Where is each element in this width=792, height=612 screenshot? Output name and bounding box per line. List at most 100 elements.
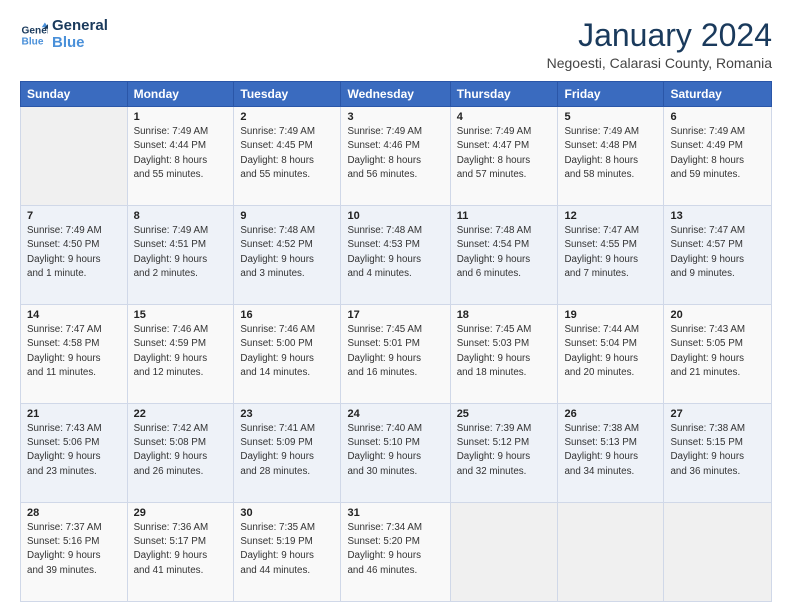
main-title: January 2024 — [547, 18, 772, 53]
calendar-table: SundayMondayTuesdayWednesdayThursdayFrid… — [20, 81, 772, 602]
day-info: Sunrise: 7:40 AMSunset: 5:10 PMDaylight:… — [347, 422, 443, 479]
day-number: 31 — [347, 507, 443, 519]
day-number: 26 — [564, 408, 657, 420]
day-info: Sunrise: 7:39 AMSunset: 5:12 PMDaylight:… — [457, 422, 552, 479]
day-number: 6 — [670, 111, 765, 123]
calendar-cell: 25 Sunrise: 7:39 AMSunset: 5:12 PMDayligh… — [450, 404, 558, 503]
logo-general: General — [52, 18, 108, 35]
day-number: 10 — [347, 210, 443, 222]
calendar-cell — [450, 503, 558, 602]
day-number: 15 — [134, 309, 228, 321]
day-number: 11 — [457, 210, 552, 222]
day-info: Sunrise: 7:37 AMSunset: 5:16 PMDaylight:… — [27, 521, 121, 578]
day-info: Sunrise: 7:47 AMSunset: 4:55 PMDaylight:… — [564, 224, 657, 281]
day-number: 16 — [240, 309, 334, 321]
day-info: Sunrise: 7:38 AMSunset: 5:13 PMDaylight:… — [564, 422, 657, 479]
day-info: Sunrise: 7:47 AMSunset: 4:58 PMDaylight:… — [27, 323, 121, 380]
day-info: Sunrise: 7:49 AMSunset: 4:51 PMDaylight:… — [134, 224, 228, 281]
day-number: 5 — [564, 111, 657, 123]
calendar-cell: 21Sunrise: 7:43 AMSunset: 5:06 PMDayligh… — [21, 404, 128, 503]
day-info: Sunrise: 7:34 AMSunset: 5:20 PMDaylight:… — [347, 521, 443, 578]
calendar-cell: 16Sunrise: 7:46 AMSunset: 5:00 PMDayligh… — [234, 305, 341, 404]
calendar-cell: 1 Sunrise: 7:49 AMSunset: 4:44 PMDaylight… — [127, 107, 234, 206]
calendar-cell: 5 Sunrise: 7:49 AMSunset: 4:48 PMDaylight… — [558, 107, 664, 206]
calendar-cell — [664, 503, 772, 602]
calendar-cell: 22 Sunrise: 7:42 AMSunset: 5:08 PMDayligh… — [127, 404, 234, 503]
calendar-header-cell: Thursday — [450, 82, 558, 107]
day-info: Sunrise: 7:44 AMSunset: 5:04 PMDaylight:… — [564, 323, 657, 380]
calendar-cell: 2 Sunrise: 7:49 AMSunset: 4:45 PMDaylight… — [234, 107, 341, 206]
calendar-cell: 17Sunrise: 7:45 AMSunset: 5:01 PMDayligh… — [341, 305, 450, 404]
calendar-week-row: 21Sunrise: 7:43 AMSunset: 5:06 PMDayligh… — [21, 404, 772, 503]
day-number: 18 — [457, 309, 552, 321]
calendar-cell: 29 Sunrise: 7:36 AMSunset: 5:17 PMDayligh… — [127, 503, 234, 602]
day-info: Sunrise: 7:42 AMSunset: 5:08 PMDaylight:… — [134, 422, 228, 479]
day-info: Sunrise: 7:43 AMSunset: 5:05 PMDaylight:… — [670, 323, 765, 380]
day-info: Sunrise: 7:49 AMSunset: 4:44 PMDaylight:… — [134, 125, 228, 182]
calendar-cell: 30Sunrise: 7:35 AMSunset: 5:19 PMDayligh… — [234, 503, 341, 602]
day-number: 12 — [564, 210, 657, 222]
calendar-body: 1 Sunrise: 7:49 AMSunset: 4:44 PMDaylight… — [21, 107, 772, 602]
day-number: 17 — [347, 309, 443, 321]
day-info: Sunrise: 7:49 AMSunset: 4:45 PMDaylight:… — [240, 125, 334, 182]
title-block: January 2024 Negoesti, Calarasi County, … — [547, 18, 772, 71]
day-info: Sunrise: 7:48 AMSunset: 4:53 PMDaylight:… — [347, 224, 443, 281]
day-number: 22 — [134, 408, 228, 420]
calendar-cell: 27Sunrise: 7:38 AMSunset: 5:15 PMDayligh… — [664, 404, 772, 503]
day-info: Sunrise: 7:49 AMSunset: 4:48 PMDaylight:… — [564, 125, 657, 182]
day-info: Sunrise: 7:49 AMSunset: 4:50 PMDaylight:… — [27, 224, 121, 281]
day-number: 29 — [134, 507, 228, 519]
logo: General Blue General Blue — [20, 18, 108, 51]
day-number: 14 — [27, 309, 121, 321]
day-number: 8 — [134, 210, 228, 222]
calendar-page: General Blue General Blue January 2024 N… — [0, 0, 792, 612]
calendar-week-row: 7Sunrise: 7:49 AMSunset: 4:50 PMDaylight… — [21, 206, 772, 305]
calendar-cell: 19Sunrise: 7:44 AMSunset: 5:04 PMDayligh… — [558, 305, 664, 404]
logo-blue: Blue — [52, 35, 108, 52]
day-info: Sunrise: 7:36 AMSunset: 5:17 PMDaylight:… — [134, 521, 228, 578]
calendar-cell — [558, 503, 664, 602]
calendar-week-row: 14 Sunrise: 7:47 AMSunset: 4:58 PMDayligh… — [21, 305, 772, 404]
day-info: Sunrise: 7:45 AMSunset: 5:03 PMDaylight:… — [457, 323, 552, 380]
day-info: Sunrise: 7:49 AMSunset: 4:49 PMDaylight:… — [670, 125, 765, 182]
calendar-header-cell: Sunday — [21, 82, 128, 107]
calendar-cell: 14 Sunrise: 7:47 AMSunset: 4:58 PMDayligh… — [21, 305, 128, 404]
calendar-cell: 26 Sunrise: 7:38 AMSunset: 5:13 PMDayligh… — [558, 404, 664, 503]
subtitle: Negoesti, Calarasi County, Romania — [547, 55, 772, 71]
calendar-cell: 4 Sunrise: 7:49 AMSunset: 4:47 PMDaylight… — [450, 107, 558, 206]
day-info: Sunrise: 7:41 AMSunset: 5:09 PMDaylight:… — [240, 422, 334, 479]
day-info: Sunrise: 7:49 AMSunset: 4:47 PMDaylight:… — [457, 125, 552, 182]
calendar-cell: 13Sunrise: 7:47 AMSunset: 4:57 PMDayligh… — [664, 206, 772, 305]
day-info: Sunrise: 7:46 AMSunset: 4:59 PMDaylight:… — [134, 323, 228, 380]
calendar-cell: 12 Sunrise: 7:47 AMSunset: 4:55 PMDayligh… — [558, 206, 664, 305]
calendar-header-row: SundayMondayTuesdayWednesdayThursdayFrid… — [21, 82, 772, 107]
day-number: 28 — [27, 507, 121, 519]
calendar-cell: 24Sunrise: 7:40 AMSunset: 5:10 PMDayligh… — [341, 404, 450, 503]
day-info: Sunrise: 7:35 AMSunset: 5:19 PMDaylight:… — [240, 521, 334, 578]
day-number: 23 — [240, 408, 334, 420]
logo-icon: General Blue — [20, 21, 48, 49]
day-number: 9 — [240, 210, 334, 222]
day-number: 1 — [134, 111, 228, 123]
calendar-header-cell: Friday — [558, 82, 664, 107]
calendar-cell: 20 Sunrise: 7:43 AMSunset: 5:05 PMDayligh… — [664, 305, 772, 404]
day-number: 4 — [457, 111, 552, 123]
day-number: 25 — [457, 408, 552, 420]
day-number: 2 — [240, 111, 334, 123]
calendar-header-cell: Monday — [127, 82, 234, 107]
calendar-cell: 3Sunrise: 7:49 AMSunset: 4:46 PMDaylight… — [341, 107, 450, 206]
day-info: Sunrise: 7:49 AMSunset: 4:46 PMDaylight:… — [347, 125, 443, 182]
calendar-cell: 15 Sunrise: 7:46 AMSunset: 4:59 PMDayligh… — [127, 305, 234, 404]
calendar-cell: 31 Sunrise: 7:34 AMSunset: 5:20 PMDayligh… — [341, 503, 450, 602]
calendar-cell: 9 Sunrise: 7:48 AMSunset: 4:52 PMDaylight… — [234, 206, 341, 305]
calendar-header-cell: Wednesday — [341, 82, 450, 107]
calendar-header-cell: Tuesday — [234, 82, 341, 107]
calendar-cell: 18 Sunrise: 7:45 AMSunset: 5:03 PMDayligh… — [450, 305, 558, 404]
day-number: 21 — [27, 408, 121, 420]
day-number: 27 — [670, 408, 765, 420]
day-info: Sunrise: 7:48 AMSunset: 4:52 PMDaylight:… — [240, 224, 334, 281]
calendar-cell: 23 Sunrise: 7:41 AMSunset: 5:09 PMDayligh… — [234, 404, 341, 503]
day-number: 20 — [670, 309, 765, 321]
calendar-cell: 6 Sunrise: 7:49 AMSunset: 4:49 PMDaylight… — [664, 107, 772, 206]
calendar-week-row: 28 Sunrise: 7:37 AMSunset: 5:16 PMDayligh… — [21, 503, 772, 602]
